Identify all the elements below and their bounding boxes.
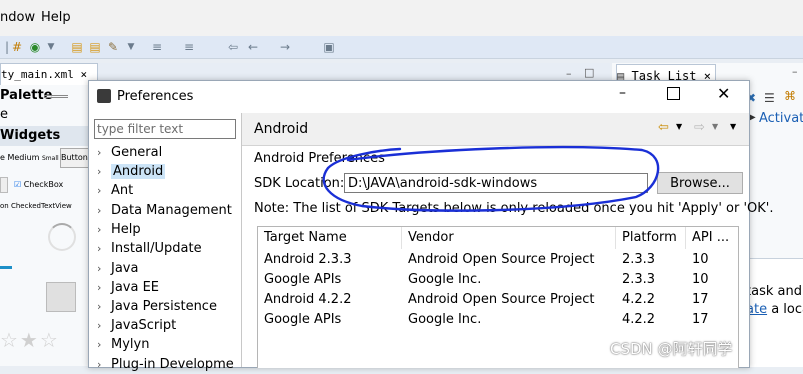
annotation-overlay (322, 145, 660, 212)
hand-drawn-ellipse-annotation (322, 145, 660, 212)
watermark: CSDN @阿轩同学 (610, 340, 733, 358)
